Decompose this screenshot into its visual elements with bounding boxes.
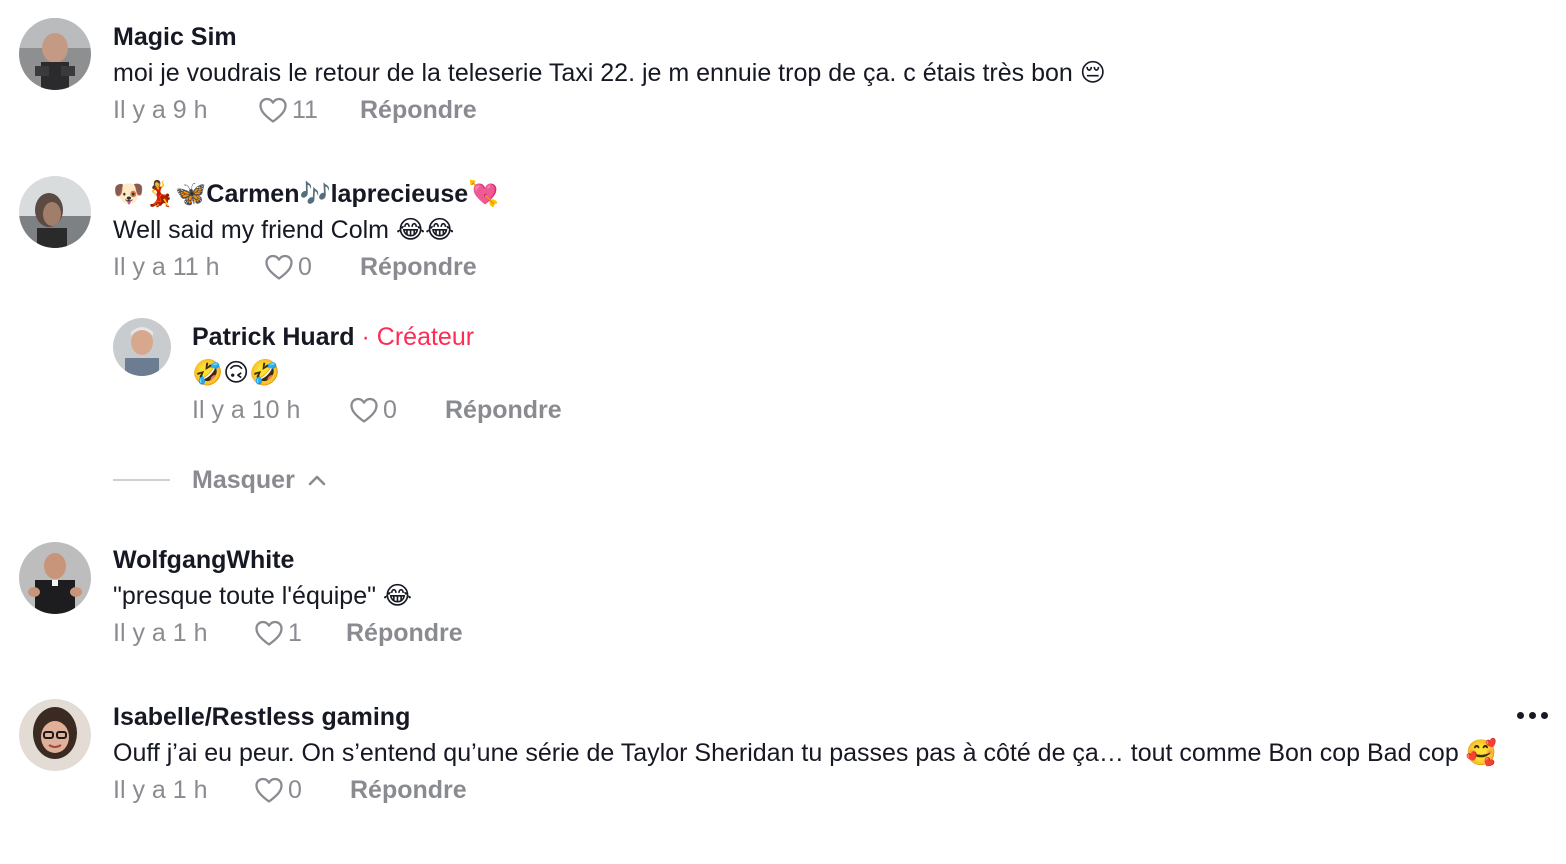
creator-badge: Créateur <box>376 323 475 351</box>
comment-time: Il y a 1 h <box>113 775 208 804</box>
comment-username[interactable]: Patrick Huard <box>192 323 355 351</box>
comment-time: Il y a 9 h <box>113 95 208 124</box>
reply-button[interactable]: Répondre <box>360 96 477 125</box>
more-options-button[interactable] <box>1517 706 1548 725</box>
comment-text: Ouff j’ai eu peur. On s’entend qu’une sé… <box>113 739 1497 767</box>
comment-time: Il y a 1 h <box>113 618 208 647</box>
more-dots-icon <box>1517 712 1524 719</box>
heart-outline-icon <box>255 620 283 646</box>
chevron-up-icon <box>308 475 326 486</box>
like-button[interactable]: 0 <box>264 253 360 282</box>
like-count: 0 <box>383 395 397 424</box>
like-count: 0 <box>298 252 312 281</box>
like-count: 11 <box>292 95 318 124</box>
hide-replies-label: Masquer <box>192 465 295 494</box>
comment-username[interactable]: WolfgangWhite <box>113 545 1546 575</box>
comment-meta: Il y a 10 h 0 Répondre <box>192 392 1546 428</box>
comment-text: 🤣🙃🤣 <box>192 359 281 387</box>
comment-text: Well said my friend Colm 😂😂 <box>113 216 455 244</box>
heart-outline-icon <box>350 397 378 423</box>
hide-replies-row: Masquer <box>113 462 327 498</box>
comment-time: Il y a 11 h <box>113 252 220 281</box>
reply-button[interactable]: Répondre <box>350 776 467 805</box>
reply-button[interactable]: Répondre <box>346 619 463 648</box>
comment-time: Il y a 10 h <box>192 395 301 424</box>
like-button[interactable]: 0 <box>254 776 350 805</box>
avatar[interactable] <box>19 699 91 771</box>
reply-button[interactable]: Répondre <box>445 396 562 425</box>
reply-username-row: Patrick Huard · Créateur <box>192 322 1546 352</box>
like-count: 0 <box>288 775 302 804</box>
comment-username[interactable]: 🐶💃🦋Carmen🎶laprecieuse💘 <box>113 179 1546 209</box>
heart-outline-icon <box>265 254 293 280</box>
avatar[interactable] <box>19 542 91 614</box>
like-button[interactable]: 11 <box>258 96 360 125</box>
comment-username[interactable]: Isabelle/Restless gaming <box>113 702 1546 732</box>
comment-meta: Il y a 1 h 1 Répondre <box>113 615 1546 651</box>
comment-meta: Il y a 11 h 0 Répondre <box>113 249 1546 285</box>
comment-meta: Il y a 9 h 11 Répondre <box>113 92 1546 128</box>
like-button[interactable]: 0 <box>349 396 445 425</box>
avatar[interactable] <box>113 318 171 376</box>
like-count: 1 <box>288 618 302 647</box>
avatar[interactable] <box>19 176 91 248</box>
more-dots-icon <box>1529 712 1536 719</box>
heart-outline-icon <box>255 777 283 803</box>
heart-outline-icon <box>259 97 287 123</box>
like-button[interactable]: 1 <box>254 619 346 648</box>
comment-text: moi je voudrais le retour de la teleseri… <box>113 59 1106 87</box>
comment-text: "presque toute l'équipe" 😂 <box>113 582 413 610</box>
divider-line <box>113 479 170 481</box>
comment-username[interactable]: Magic Sim <box>113 22 1546 52</box>
reply-button[interactable]: Répondre <box>360 253 477 282</box>
hide-replies-button[interactable]: Masquer <box>192 466 327 495</box>
more-dots-icon <box>1541 712 1548 719</box>
comment-meta: Il y a 1 h 0 Répondre <box>113 772 1546 808</box>
avatar[interactable] <box>19 18 91 90</box>
creator-separator: · <box>354 323 377 351</box>
